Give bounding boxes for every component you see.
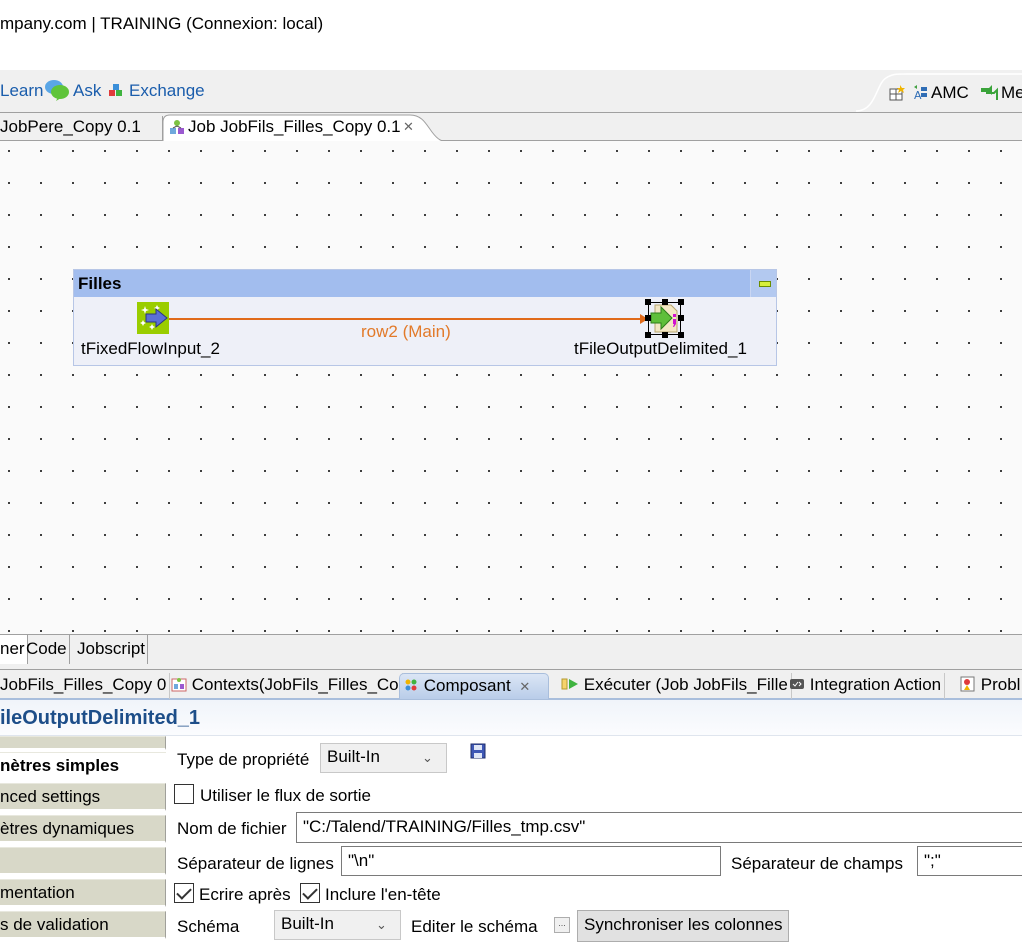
- collapse-subjob-button[interactable]: [750, 270, 776, 297]
- view-tab-integration-action-label: Integration Action: [809, 675, 942, 694]
- schema-value: Built-In: [281, 914, 334, 933]
- fixed-flow-input-icon[interactable]: [137, 302, 169, 334]
- selection-handle[interactable]: [662, 299, 668, 305]
- sidebar-item-advanced-settings[interactable]: nced settings: [0, 783, 166, 811]
- selection-handle[interactable]: [678, 299, 684, 305]
- job-icon: [169, 119, 185, 135]
- sidebar-item-validation-rules[interactable]: s de validation: [0, 911, 166, 939]
- window-title: mpany.com | TRAINING (Connexion: local): [0, 14, 324, 33]
- view-tab-executer-label: Exécuter (Job JobFils_Fille: [583, 675, 788, 694]
- selection-handle[interactable]: [662, 332, 668, 338]
- designer-canvas[interactable]: [0, 141, 1022, 634]
- exchange-link[interactable]: Exchange: [129, 81, 205, 101]
- exchange-icon: [109, 83, 123, 97]
- amc-perspective-icon: A: [912, 84, 928, 102]
- integration-action-icon: [789, 676, 805, 692]
- learn-link[interactable]: Learn: [0, 81, 43, 101]
- close-view-tab-icon[interactable]: ✕: [519, 679, 530, 694]
- selection-handle[interactable]: [645, 299, 651, 305]
- view-tab-executer[interactable]: Exécuter (Job JobFils_Fille: [558, 673, 792, 699]
- append-checkbox[interactable]: [174, 883, 194, 903]
- selection-handle[interactable]: [645, 332, 651, 338]
- sidebar-item-view[interactable]: [0, 847, 166, 875]
- sidebar-item-top[interactable]: [0, 736, 166, 750]
- selection-handle[interactable]: [678, 315, 684, 321]
- problems-icon: [960, 676, 976, 692]
- editor-tab-jobfils[interactable]: Job JobFils_Filles_Copy 0.1: [188, 117, 401, 137]
- row-separator-label: Séparateur de lignes: [177, 854, 334, 873]
- component-icon: [403, 677, 419, 693]
- sidebar-item-dynamic-settings[interactable]: ètres dynamiques: [0, 815, 166, 843]
- subjob-title: Filles: [78, 274, 122, 293]
- file-output-delimited-icon[interactable]: [648, 302, 681, 335]
- component-title: ileOutputDelimited_1: [0, 707, 201, 729]
- use-output-stream-checkbox[interactable]: [174, 784, 194, 804]
- contexts-icon: [171, 676, 187, 692]
- close-tab-icon[interactable]: ✕: [403, 119, 414, 135]
- property-type-label: Type de propriété: [177, 750, 310, 769]
- field-separator-label: Séparateur de champs: [731, 854, 903, 873]
- view-tab-contexts-label: Contexts(JobFils_Filles_Co: [191, 675, 399, 694]
- mediation-perspective-label[interactable]: Me: [1001, 83, 1022, 103]
- editor-tab-jobpere[interactable]: JobPere_Copy 0.1: [0, 117, 141, 137]
- view-tab-bar: JobFils_Filles_Copy 0 Contexts(JobFils_F…: [0, 670, 1022, 700]
- tab-code[interactable]: Code: [23, 635, 70, 664]
- include-header-label: Inclure l'en-tête: [325, 885, 441, 904]
- title-bar: mpany.com | TRAINING (Connexion: local): [0, 0, 1022, 70]
- run-icon: [561, 676, 579, 692]
- property-type-select[interactable]: Built-In ⌄: [320, 743, 447, 773]
- schema-label: Schéma: [177, 917, 240, 936]
- row-separator-input[interactable]: "\n": [341, 846, 721, 876]
- schema-select[interactable]: Built-In ⌄: [274, 910, 401, 940]
- component-properties: nètres simples nced settings ètres dynam…: [0, 736, 1022, 942]
- designer-mode-tabs: ner Code Jobscript: [0, 634, 1022, 664]
- view-tab-contexts[interactable]: Contexts(JobFils_Filles_Co: [168, 673, 403, 699]
- open-perspective-icon[interactable]: [889, 85, 905, 101]
- include-header-checkbox[interactable]: [300, 883, 320, 903]
- filename-input[interactable]: "C:/Talend/TRAINING/Filles_tmp.csv": [296, 812, 1022, 843]
- view-tab-composant-label: Composant: [423, 676, 511, 695]
- amc-perspective-label[interactable]: AMC: [931, 83, 969, 103]
- mediation-perspective-icon: [980, 84, 998, 100]
- component-label-tfileoutputdelimited[interactable]: tFileOutputDelimited_1: [574, 339, 747, 359]
- sidebar-item-documentation[interactable]: mentation: [0, 879, 166, 907]
- property-type-value: Built-In: [327, 747, 380, 766]
- ask-chat-icon: [44, 79, 70, 101]
- edit-schema-label: Editer le schéma: [411, 917, 538, 936]
- sidebar-item-basic-settings[interactable]: nètres simples: [0, 752, 166, 780]
- chevron-down-icon: ⌄: [422, 750, 433, 765]
- connection-row2-main[interactable]: [168, 318, 644, 320]
- component-header: ileOutputDelimited_1: [0, 700, 1022, 736]
- toolbar: Learn Ask Exchange A AMC Me: [0, 70, 1022, 112]
- view-tab-problems[interactable]: Probl: [957, 673, 1022, 699]
- editor-tab-bar: JobPere_Copy 0.1 Job JobFils_Filles_Copy…: [0, 112, 1022, 143]
- view-tab-job[interactable]: JobFils_Filles_Copy 0: [0, 673, 171, 699]
- subjob-header: Filles: [74, 270, 776, 297]
- view-tab-composant[interactable]: Composant ✕: [399, 673, 549, 699]
- svg-text:A: A: [914, 89, 922, 100]
- filename-label: Nom de fichier: [177, 819, 287, 838]
- sync-columns-button[interactable]: Synchroniser les colonnes: [577, 910, 790, 942]
- view-tab-problems-label: Probl: [980, 675, 1021, 694]
- field-separator-input[interactable]: ";": [917, 846, 1022, 876]
- selection-handle[interactable]: [678, 332, 684, 338]
- ask-link[interactable]: Ask: [73, 81, 101, 101]
- connection-label[interactable]: row2 (Main): [361, 322, 451, 342]
- use-output-stream-label: Utiliser le flux de sortie: [200, 786, 372, 805]
- tab-jobscript[interactable]: Jobscript: [74, 635, 149, 664]
- view-tab-integration-action[interactable]: Integration Action: [786, 673, 946, 699]
- selection-handle[interactable]: [645, 315, 651, 321]
- component-label-tfixedflowinput[interactable]: tFixedFlowInput_2: [81, 339, 220, 359]
- save-icon[interactable]: [470, 743, 486, 759]
- append-label: Ecrire après: [199, 885, 291, 904]
